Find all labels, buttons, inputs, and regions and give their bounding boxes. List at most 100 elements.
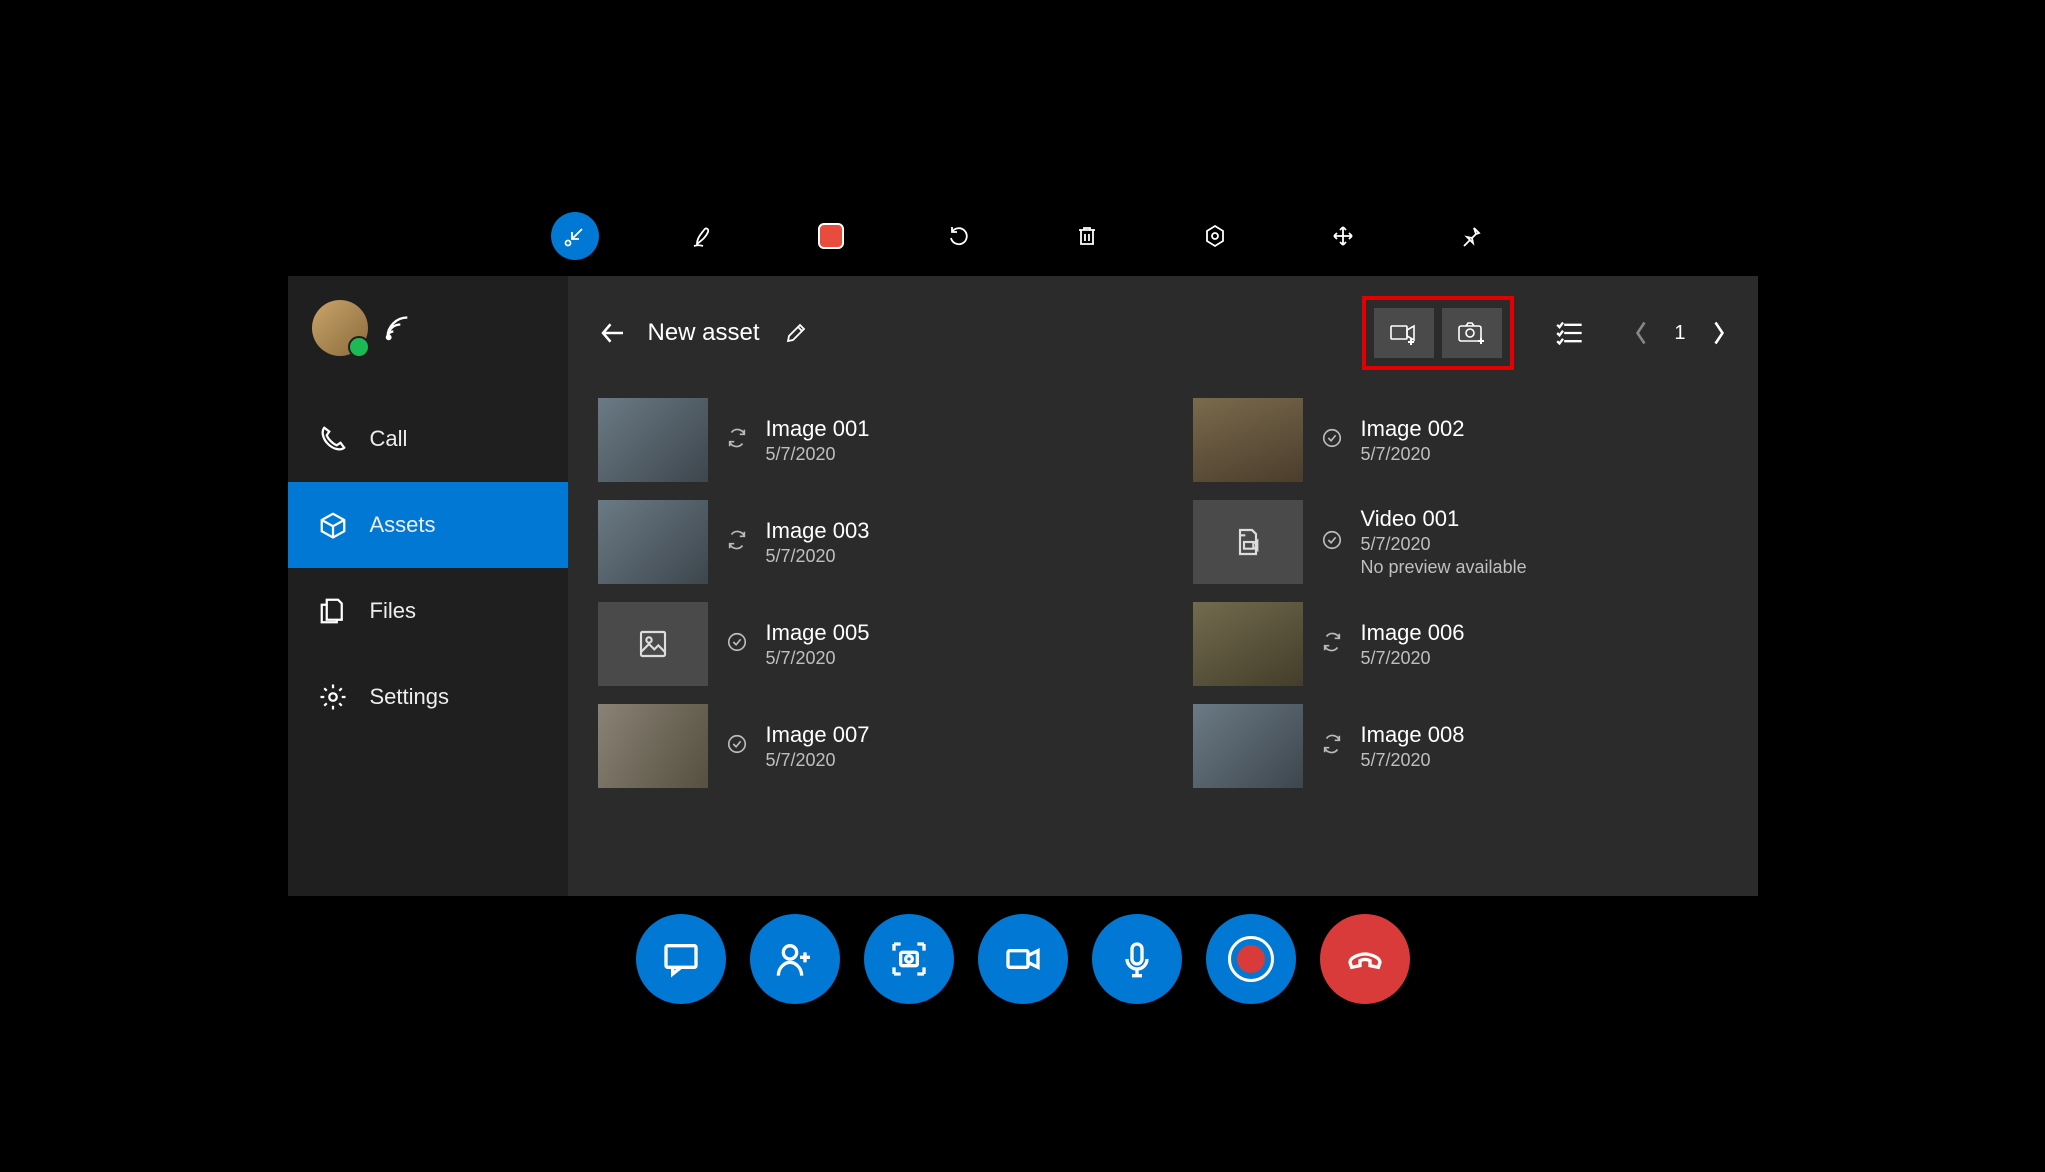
asset-item[interactable]: Image 0055/7/2020	[598, 602, 1133, 686]
move-tool-button[interactable]	[1319, 212, 1367, 260]
page-title: New asset	[648, 319, 760, 347]
package-icon	[318, 510, 348, 540]
asset-date: 5/7/2020	[766, 648, 870, 669]
asset-thumbnail	[1193, 602, 1303, 686]
add-video-button[interactable]	[1374, 308, 1434, 358]
asset-date: 5/7/2020	[1361, 444, 1465, 465]
asset-name: Image 008	[1361, 722, 1465, 748]
hexagon-gear-icon	[1203, 224, 1227, 248]
asset-item[interactable]: Image 0035/7/2020	[598, 500, 1133, 584]
asset-name: Image 002	[1361, 416, 1465, 442]
user-avatar[interactable]	[312, 300, 368, 356]
camera-frame-icon	[889, 939, 929, 979]
asset-date: 5/7/2020	[1361, 648, 1465, 669]
snapshot-button[interactable]	[864, 914, 954, 1004]
asset-thumbnail	[1193, 398, 1303, 482]
asset-thumbnail	[598, 398, 708, 482]
asset-date: 5/7/2020	[766, 750, 870, 771]
nav-item-assets[interactable]: Assets	[288, 482, 568, 568]
asset-date: 5/7/2020	[1361, 750, 1465, 771]
nav-label: Files	[370, 598, 416, 624]
video-plus-icon	[1389, 321, 1419, 345]
add-participant-button[interactable]	[750, 914, 840, 1004]
video-toggle-button[interactable]	[978, 914, 1068, 1004]
asset-meta: Image 0035/7/2020	[766, 518, 870, 567]
asset-thumbnail	[598, 500, 708, 584]
asset-thumbnail	[1193, 704, 1303, 788]
asset-date: 5/7/2020	[766, 444, 870, 465]
sync-status-icon	[1321, 631, 1343, 658]
ink-tool-button[interactable]	[679, 212, 727, 260]
page-number: 1	[1674, 322, 1685, 345]
record-button[interactable]	[1206, 914, 1296, 1004]
asset-item[interactable]: Image 0075/7/2020	[598, 704, 1133, 788]
record-icon	[1228, 936, 1274, 982]
hangup-icon	[1345, 939, 1385, 979]
mic-toggle-button[interactable]	[1092, 914, 1182, 1004]
next-page-button[interactable]	[1710, 319, 1728, 347]
nav-item-call[interactable]: Call	[288, 396, 568, 482]
asset-thumbnail	[598, 602, 708, 686]
pin-tool-button[interactable]	[1447, 212, 1495, 260]
undo-tool-button[interactable]	[935, 212, 983, 260]
asset-meta: Image 0025/7/2020	[1361, 416, 1465, 465]
asset-date: 5/7/2020	[766, 546, 870, 567]
asset-item[interactable]: Image 0015/7/2020	[598, 398, 1133, 482]
asset-grid: Image 0015/7/2020Image 0025/7/2020Image …	[568, 390, 1758, 896]
asset-meta: Image 0015/7/2020	[766, 416, 870, 465]
nav-item-files[interactable]: Files	[288, 568, 568, 654]
pin-icon	[1459, 224, 1483, 248]
asset-meta: Image 0065/7/2020	[1361, 620, 1465, 669]
asset-item[interactable]: Video 0015/7/2020No preview available	[1193, 500, 1728, 584]
collapse-tool-button[interactable]	[551, 212, 599, 260]
trash-icon	[1075, 224, 1099, 248]
asset-name: Image 007	[766, 722, 870, 748]
settings-tool-button[interactable]	[1191, 212, 1239, 260]
camera-plus-icon	[1457, 321, 1487, 345]
stop-icon	[818, 223, 844, 249]
edit-title-button[interactable]	[784, 321, 808, 345]
asset-item[interactable]: Image 0085/7/2020	[1193, 704, 1728, 788]
list-view-toggle[interactable]	[1556, 321, 1584, 345]
sync-status-icon	[1321, 733, 1343, 760]
hangup-button[interactable]	[1320, 914, 1410, 1004]
asset-meta: Video 0015/7/2020No preview available	[1361, 506, 1527, 578]
add-photo-button[interactable]	[1442, 308, 1502, 358]
sidebar: Call Assets Files Settings	[288, 276, 568, 896]
asset-name: Video 001	[1361, 506, 1527, 532]
asset-name: Image 001	[766, 416, 870, 442]
delete-tool-button[interactable]	[1063, 212, 1111, 260]
pager: 1	[1632, 319, 1727, 347]
done-status-icon	[1321, 427, 1343, 454]
ink-pen-icon	[691, 224, 715, 248]
stop-tool-button[interactable]	[807, 212, 855, 260]
done-status-icon	[726, 733, 748, 760]
sync-status-icon	[726, 427, 748, 454]
done-status-icon	[726, 631, 748, 658]
chat-button[interactable]	[636, 914, 726, 1004]
content-area: New asset 1	[568, 276, 1758, 896]
main-panel: Call Assets Files Settings	[288, 276, 1758, 896]
asset-thumbnail	[598, 704, 708, 788]
done-status-icon	[1321, 529, 1343, 556]
asset-item[interactable]: Image 0025/7/2020	[1193, 398, 1728, 482]
gear-icon	[318, 682, 348, 712]
profile-row	[288, 276, 568, 366]
content-header: New asset 1	[568, 276, 1758, 390]
nav-item-settings[interactable]: Settings	[288, 654, 568, 740]
prev-page-button[interactable]	[1632, 319, 1650, 347]
sync-status-icon	[726, 529, 748, 556]
asset-meta: Image 0075/7/2020	[766, 722, 870, 771]
call-controls-bar	[288, 914, 1758, 1004]
asset-item[interactable]: Image 0065/7/2020	[1193, 602, 1728, 686]
files-icon	[318, 596, 348, 626]
chat-icon	[661, 939, 701, 979]
microphone-icon	[1117, 939, 1157, 979]
capture-buttons-highlight	[1362, 296, 1514, 370]
annotation-toolbar	[288, 196, 1758, 276]
asset-name: Image 005	[766, 620, 870, 646]
asset-note: No preview available	[1361, 557, 1527, 578]
asset-thumbnail	[1193, 500, 1303, 584]
collapse-arrow-icon	[563, 224, 587, 248]
back-button[interactable]	[598, 318, 628, 348]
